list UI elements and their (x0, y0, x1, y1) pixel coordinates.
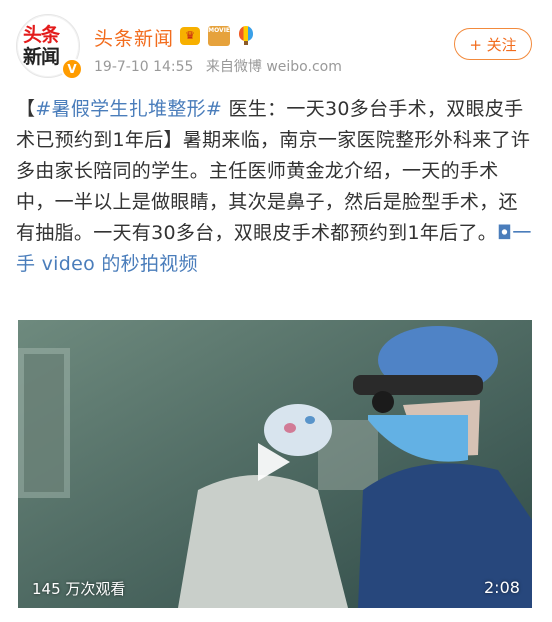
follow-button[interactable]: + 关注 (454, 28, 532, 60)
video-link-icon: ◘ (497, 222, 513, 244)
post-source[interactable]: 来自微博 weibo.com (206, 59, 342, 75)
verified-icon: V (61, 58, 83, 80)
user-name[interactable]: 头条新闻 (94, 24, 174, 51)
movie-badge-label: MOVIE (208, 26, 231, 34)
play-icon[interactable] (258, 443, 290, 481)
post-text: 【#暑假学生扎堆整形# 医生：一天30多台手术，双眼皮手术已预约到1年后】暑期来… (16, 94, 536, 280)
post-header: 头条 新闻 V 头条新闻 ♛ MOVIE 19-7-10 14:55 来自微博 … (0, 0, 552, 90)
post-date: 19-7-10 14:55 (94, 59, 194, 75)
view-count: 145 万次观看 (32, 580, 126, 598)
hashtag-link[interactable]: #暑假学生扎堆整形# (35, 98, 222, 120)
post-meta: 19-7-10 14:55 来自微博 weibo.com (94, 56, 350, 76)
movie-badge-icon[interactable]: MOVIE (208, 25, 231, 46)
hot-air-balloon-icon[interactable] (238, 25, 254, 46)
video-duration: 2:08 (484, 578, 520, 597)
crown-badge-icon[interactable]: ♛ (180, 26, 200, 45)
avatar-logo-line1: 头条 (23, 24, 60, 46)
bracket-open: 【 (16, 98, 36, 120)
user-badges: ♛ MOVIE (180, 25, 257, 47)
